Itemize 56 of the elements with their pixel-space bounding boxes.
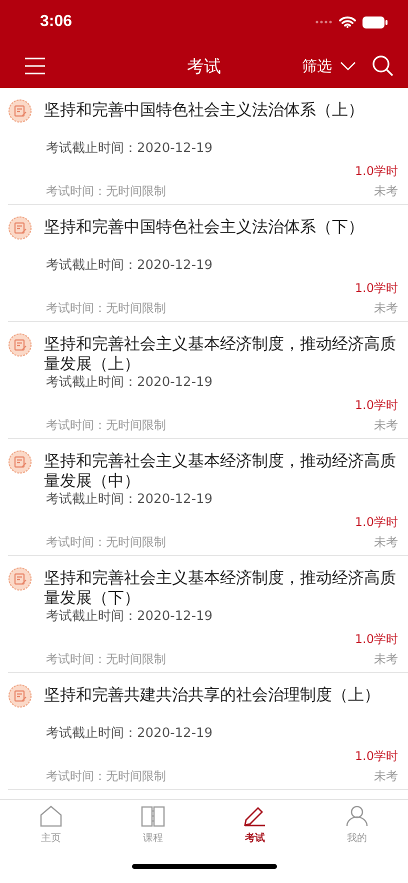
- exam-item[interactable]: 坚持和完善中国特色社会主义法治体系（上） 考试截止时间：2020-12-19 1.0学时 考试时间：无时间限制 未考: [8, 88, 408, 205]
- chevron-down-icon: [340, 61, 356, 71]
- menu-icon[interactable]: [24, 57, 46, 75]
- exam-duration: 考试时间：无时间限制: [46, 768, 166, 785]
- exam-status: 未考: [374, 183, 398, 200]
- credit-hours: 1.0学时: [354, 397, 398, 414]
- exam-title: 坚持和完善社会主义基本经济制度，推动经济高质量发展（上）: [44, 334, 397, 374]
- exam-deadline: 考试截止时间：2020-12-19: [45, 725, 214, 743]
- exam-status: 未考: [374, 417, 398, 434]
- exam-status: 未考: [374, 534, 398, 551]
- exam-badge-icon: [8, 567, 32, 591]
- exam-item[interactable]: 坚持和完善社会主义基本经济制度，推动经济高质量发展（下） 考试截止时间：2020-12-19 1.0学时 考试时间：无时间限制 未考: [8, 556, 408, 673]
- exam-badge-icon: [8, 99, 32, 123]
- exam-title: 坚持和完善社会主义基本经济制度，推动经济高质量发展（中）: [44, 451, 397, 491]
- home-icon: [39, 805, 63, 827]
- person-icon: [345, 805, 369, 827]
- exam-deadline: 考试截止时间：2020-12-19: [45, 257, 214, 275]
- exam-duration: 考试时间：无时间限制: [46, 183, 166, 200]
- credit-hours: 1.0学时: [354, 163, 398, 180]
- credit-hours: 1.0学时: [354, 631, 398, 648]
- credit-hours: 1.0学时: [354, 280, 398, 297]
- exam-badge-icon: [8, 333, 32, 357]
- battery-icon: [362, 16, 388, 28]
- exam-duration: 考试时间：无时间限制: [46, 417, 166, 434]
- exam-title: 坚持和完善中国特色社会主义法治体系（上）: [44, 100, 364, 120]
- exam-item[interactable]: 坚持和完善中国特色社会主义法治体系（下） 考试截止时间：2020-12-19 1.0学时 考试时间：无时间限制 未考: [8, 205, 408, 322]
- exam-title: 坚持和完善共建共治共享的社会治理制度（上）: [44, 685, 380, 705]
- exam-status: 未考: [374, 300, 398, 317]
- exam-title: 坚持和完善社会主义基本经济制度，推动经济高质量发展（下）: [44, 568, 397, 608]
- signal-icon: [315, 20, 333, 24]
- wifi-icon: [339, 16, 356, 28]
- exam-duration: 考试时间：无时间限制: [46, 534, 166, 551]
- exam-deadline: 考试截止时间：2020-12-19: [45, 374, 214, 392]
- book-icon: [141, 805, 165, 827]
- exam-badge-icon: [8, 450, 32, 474]
- exam-item[interactable]: 坚持和完善共建共治共享的社会治理制度（上） 考试截止时间：2020-12-19 1.0学时 考试时间：无时间限制 未考: [8, 673, 408, 790]
- exam-status: 未考: [374, 651, 398, 668]
- status-time: 3:06: [40, 13, 72, 31]
- exam-item[interactable]: 坚持和完善社会主义基本经济制度，推动经济高质量发展（上） 考试截止时间：2020-12-19 1.0学时 考试时间：无时间限制 未考: [8, 322, 408, 439]
- exam-deadline: 考试截止时间：2020-12-19: [45, 608, 214, 626]
- credit-hours: 1.0学时: [354, 748, 398, 765]
- page-title: 考试: [186, 56, 222, 78]
- exam-deadline: 考试截止时间：2020-12-19: [45, 140, 214, 158]
- tab-item[interactable]: 考试: [204, 800, 306, 850]
- exam-duration: 考试时间：无时间限制: [46, 300, 166, 317]
- exam-item[interactable]: 坚持和完善社会主义基本经济制度，推动经济高质量发展（中） 考试截止时间：2020-12-19 1.0学时 考试时间：无时间限制 未考: [8, 439, 408, 556]
- exam-status: 未考: [374, 768, 398, 785]
- exam-duration: 考试时间：无时间限制: [46, 651, 166, 668]
- exam-badge-icon: [8, 216, 32, 240]
- search-icon[interactable]: [372, 55, 394, 77]
- pencil-icon: [243, 805, 267, 827]
- exam-deadline: 考试截止时间：2020-12-19: [45, 491, 214, 509]
- filter-button[interactable]: 筛选: [302, 56, 356, 76]
- credit-hours: 1.0学时: [354, 514, 398, 531]
- exam-title: 坚持和完善中国特色社会主义法治体系（下）: [44, 217, 364, 237]
- exam-badge-icon: [8, 684, 32, 708]
